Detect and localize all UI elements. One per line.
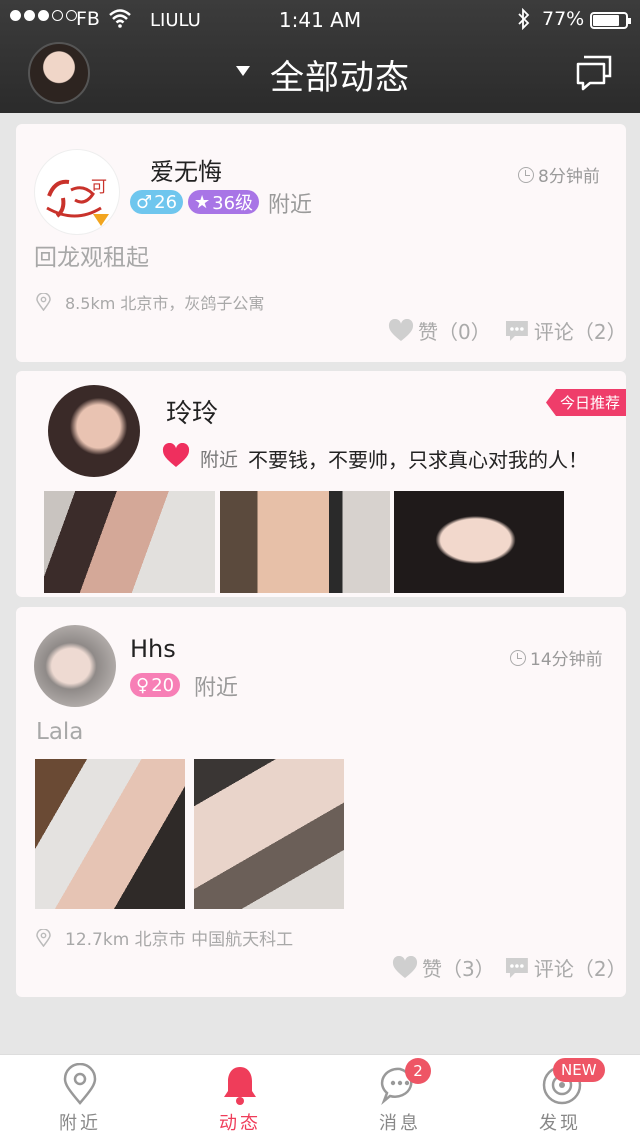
clock-icon: [510, 649, 526, 666]
male-icon: ♂: [136, 191, 153, 213]
recommended-post-card[interactable]: 玲玲 今日推荐 附近 不要钱，不要帅，只求真心对我的人！: [16, 371, 626, 597]
post-card[interactable]: 可 爱无悔 8分钟前 ♂ 26 ★ 36级 附近 回龙观租起 8.5km 北京市，灰…: [16, 124, 627, 362]
post-photo[interactable]: [194, 759, 344, 909]
status-bar: FB LIULU 1:41 AM 77%: [0, 0, 640, 40]
page-title[interactable]: 全部动态: [270, 50, 410, 99]
tab-messages[interactable]: 消息: [320, 1055, 480, 1136]
svg-text:可: 可: [91, 177, 107, 196]
like-button[interactable]: 赞（3）: [392, 953, 495, 982]
dropdown-arrow-icon[interactable]: [236, 66, 250, 76]
username[interactable]: Hhs: [130, 635, 176, 663]
tab-nearby[interactable]: 附近: [0, 1055, 160, 1136]
comment-button[interactable]: 评论（2）: [504, 316, 627, 345]
location-pin-icon: [36, 928, 51, 947]
post-location: 12.7km 北京市 中国航天科工: [36, 925, 293, 950]
comment-button[interactable]: 评论（2）: [504, 953, 627, 982]
location-pin-icon: [36, 293, 51, 311]
avatar-logo-image: 可: [46, 177, 109, 226]
new-badge: NEW: [553, 1058, 605, 1082]
heart-icon: [162, 443, 190, 467]
gender-age-badge: ♀ 20: [130, 673, 181, 697]
post-photo[interactable]: [35, 759, 185, 909]
star-icon: ★: [194, 191, 211, 213]
clock-icon: [518, 166, 534, 183]
post-avatar[interactable]: [48, 385, 140, 477]
post-text: Lala: [36, 719, 84, 745]
post-text: 不要钱，不要帅，只求真心对我的人！: [248, 448, 588, 472]
username[interactable]: 爱无悔: [150, 152, 222, 187]
heart-icon: [392, 955, 418, 978]
comment-icon: [505, 320, 528, 341]
heart-icon: [388, 318, 414, 341]
post-card[interactable]: Hhs 14分钟前 ♀ 20 附近 Lala 12.7km 北京市 中国航天科工 …: [16, 607, 627, 997]
distance-tag: 附近: [200, 449, 239, 471]
bell-icon: [224, 1067, 256, 1105]
distance-tag: 附近: [194, 676, 239, 701]
location-pin-icon: [63, 1063, 97, 1105]
tab-feed[interactable]: 动态: [160, 1055, 320, 1136]
recommend-badge: 今日推荐: [545, 389, 626, 416]
post-photo[interactable]: [44, 491, 215, 593]
post-location: 8.5km 北京市，灰鸽子公寓: [36, 290, 264, 314]
like-button[interactable]: 赞（0）: [388, 316, 491, 345]
post-time: 8分钟前: [518, 162, 600, 187]
username[interactable]: 玲玲: [166, 393, 218, 430]
messages-count-badge: 2: [405, 1058, 431, 1084]
gender-age-badge: ♂ 26: [130, 190, 184, 214]
comment-icon: [505, 957, 528, 978]
post-avatar[interactable]: [34, 625, 116, 707]
post-avatar[interactable]: 可: [34, 149, 120, 235]
level-badge: ★ 36级: [188, 190, 260, 214]
distance-tag: 附近: [268, 193, 313, 218]
tab-bar: 附近 动态 消息 发现: [0, 1054, 640, 1136]
post-time: 14分钟前: [510, 645, 603, 670]
post-text: 回龙观租起: [34, 245, 149, 271]
top-bar: FB LIULU 1:41 AM 77% 全部动态: [0, 0, 640, 113]
battery-icon: [590, 12, 631, 29]
post-photo[interactable]: [394, 491, 564, 593]
battery-percent: 77%: [542, 8, 585, 30]
messages-icon[interactable]: [574, 54, 614, 92]
user-avatar[interactable]: [28, 42, 90, 104]
female-icon: ♀: [136, 674, 150, 696]
post-photo[interactable]: [220, 491, 390, 593]
bluetooth-icon: [518, 8, 530, 30]
